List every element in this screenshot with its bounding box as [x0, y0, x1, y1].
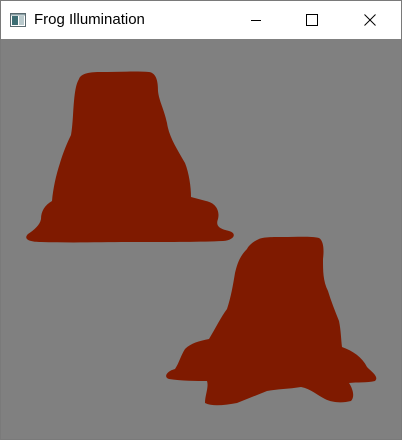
render-canvas[interactable] — [1, 39, 401, 439]
minimize-button[interactable] — [233, 1, 279, 39]
frog-silhouette-2 — [166, 236, 377, 406]
app-window: Frog Illumination — [0, 0, 402, 440]
app-window-icon — [10, 13, 26, 27]
title-bar[interactable]: Frog Illumination — [1, 1, 401, 39]
maximize-icon — [306, 14, 318, 26]
scene-svg — [26, 71, 377, 406]
maximize-button[interactable] — [289, 1, 335, 39]
window-title: Frog Illumination — [34, 11, 145, 28]
close-icon — [364, 14, 376, 26]
minimize-icon — [251, 20, 261, 21]
frog-silhouette-1 — [26, 71, 234, 243]
close-button[interactable] — [347, 1, 393, 39]
